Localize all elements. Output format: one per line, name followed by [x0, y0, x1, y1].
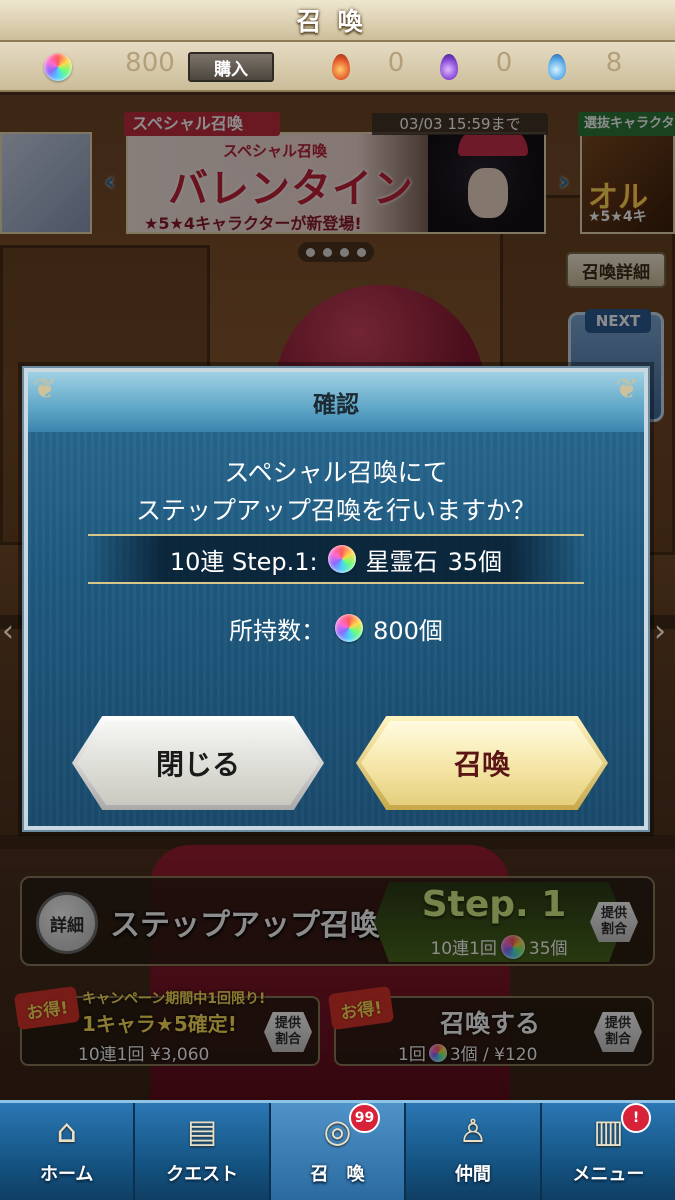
purple-crystal-icon [440, 54, 458, 80]
nav-label: クエスト [166, 1164, 239, 1185]
rainbow-gem-icon [44, 53, 72, 81]
owned-amount: 800個 [373, 616, 443, 645]
owned-label: 所持数： [229, 616, 326, 645]
page-title: 召喚 [296, 7, 379, 36]
dialog-message-line2: ステップアップ召喚を行いますか？ [135, 496, 536, 525]
gem-count: 800 [125, 48, 175, 78]
cost-prefix: 10連 Step.1: [169, 547, 318, 576]
purple-orb-count: 0 [495, 48, 513, 78]
nav-home[interactable]: ⌂ ホーム [0, 1103, 136, 1200]
purple-orb-currency [440, 50, 458, 84]
right-arrow-icon: › [654, 614, 666, 649]
nav-summon[interactable]: ◎ 召 喚 99 [270, 1103, 407, 1200]
red-orb-currency [332, 50, 350, 84]
nav-companion[interactable]: ♙ 仲間 [406, 1103, 542, 1200]
nav-label: 仲間 [454, 1164, 491, 1185]
summon-badge: 99 [348, 1103, 381, 1133]
currency-bar: 800 購入 0 0 8 [0, 42, 675, 92]
confirm-dialog: 確認 ❦ ❦ スペシャル召喚にて ステップアップ召喚を行いますか？ 10連 St… [22, 366, 650, 832]
rainbow-gem-icon [335, 614, 364, 642]
nav-label: メニュー [572, 1164, 645, 1185]
nav-label: 召 喚 [310, 1164, 365, 1185]
summon-button-label: 召喚 [361, 721, 603, 805]
home-icon: ⌂ [56, 1112, 77, 1150]
ornament-icon: ❦ [615, 372, 639, 405]
cost-item: 星霊石 [365, 547, 438, 576]
left-arrow-icon: ‹ [2, 614, 14, 649]
blue-orb-count: 8 [605, 48, 623, 78]
cost-row: 10連 Step.1: 星霊石 35個 [88, 534, 584, 584]
dialog-title: 確認 [313, 392, 359, 418]
map-icon: ▤ [186, 1112, 218, 1150]
buy-button[interactable]: 購入 [188, 52, 274, 82]
dialog-message-line1: スペシャル召喚にて [224, 458, 448, 487]
companion-icon: ♙ [458, 1112, 488, 1150]
dialog-header: 確認 [28, 372, 644, 432]
title-bar: 召喚 [0, 0, 675, 42]
nav-menu[interactable]: ▥ メニュー ! [542, 1103, 675, 1200]
red-crystal-icon [332, 54, 350, 80]
nav-label: ホーム [39, 1164, 94, 1185]
close-button[interactable]: 閉じる [72, 716, 324, 810]
close-button-label: 閉じる [77, 721, 319, 805]
nav-quest[interactable]: ▤ クエスト [135, 1103, 271, 1200]
owned-row: 所持数： 800個 [28, 608, 644, 648]
cost-amount: 35個 [447, 547, 503, 576]
ornament-icon: ❦ [33, 372, 57, 405]
red-orb-count: 0 [387, 48, 405, 78]
blue-orb-currency [548, 50, 566, 84]
menu-badge: ! [621, 1103, 652, 1133]
gem-currency [44, 50, 72, 84]
bottom-nav: ⌂ ホーム ▤ クエスト ◎ 召 喚 99 ♙ 仲間 ▥ メニュー ! [0, 1100, 675, 1200]
rainbow-gem-icon [327, 545, 356, 573]
dialog-message: スペシャル召喚にて ステップアップ召喚を行いますか？ [28, 454, 644, 530]
blue-crystal-icon [548, 54, 566, 80]
summon-button[interactable]: 召喚 [356, 716, 608, 810]
